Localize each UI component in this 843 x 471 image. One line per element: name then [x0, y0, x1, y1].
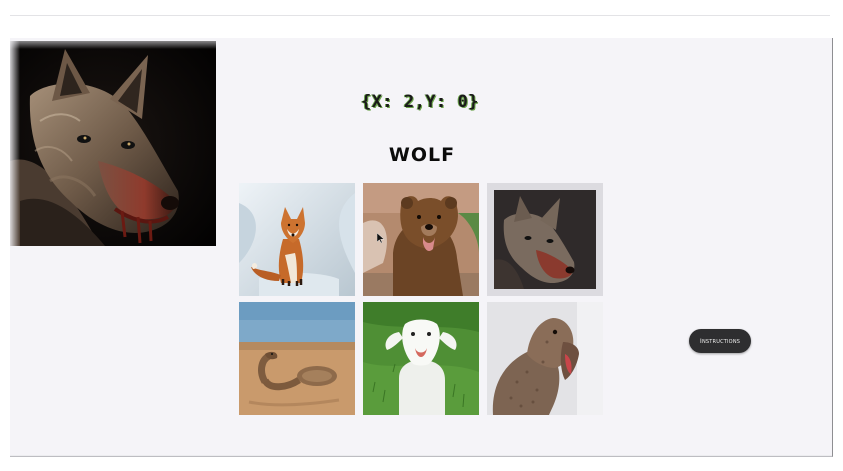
instructions-button[interactable]: Instructions [689, 329, 751, 353]
goat-icon [363, 302, 479, 415]
mouse-pointer-icon [377, 233, 384, 243]
top-divider [10, 15, 830, 16]
feature-wolf-image [10, 41, 216, 246]
game-page: {X: 2,Y: 0} WOLF Instructions [0, 0, 843, 471]
coordinates-readout: {X: 2,Y: 0} [360, 92, 480, 112]
mongoose-icon [487, 302, 603, 415]
target-animal-name: WOLF [388, 144, 456, 166]
grid-cell-goat[interactable] [363, 302, 479, 415]
animal-grid [239, 183, 605, 415]
grid-cell-fox[interactable] [239, 183, 355, 296]
wolf-icon [494, 190, 596, 289]
grid-cell-wolf[interactable] [487, 183, 603, 296]
fox-icon [239, 183, 355, 296]
snake-icon [239, 302, 355, 415]
grid-cell-wolf-image [494, 190, 596, 289]
grid-cell-snake[interactable] [239, 302, 355, 415]
grid-cell-mongoose[interactable] [487, 302, 603, 415]
feature-fade-overlay [10, 41, 216, 246]
